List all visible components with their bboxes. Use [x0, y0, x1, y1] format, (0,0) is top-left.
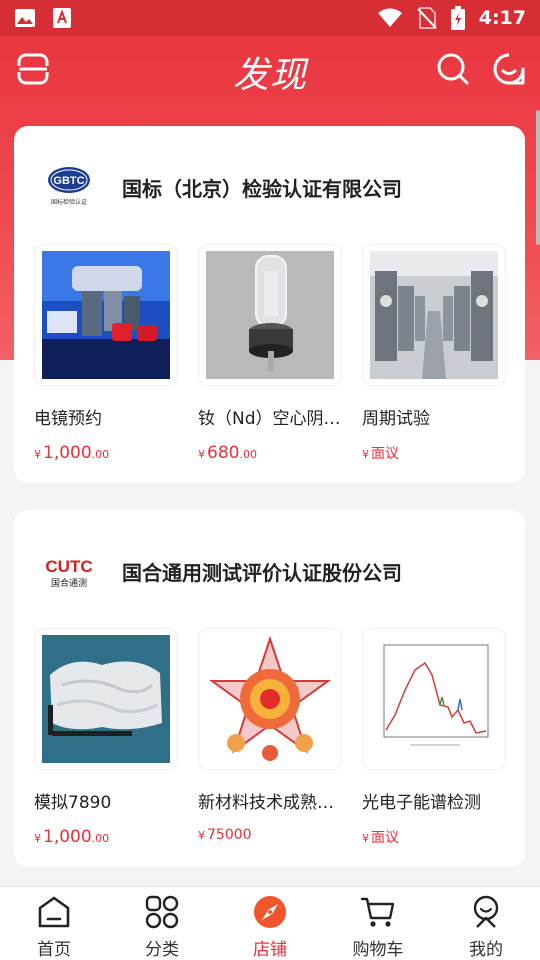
product-image-sample[interactable]: [34, 628, 178, 770]
gallery-icon: [15, 9, 35, 27]
product-image-lamp[interactable]: [198, 244, 342, 386]
tab-home[interactable]: 首页: [0, 887, 108, 960]
svg-text:国合通测: 国合通测: [51, 577, 87, 589]
app-header: 发现: [0, 36, 540, 104]
product-name: 新材料技术成熟度评价: [198, 793, 348, 813]
svg-text:GBTC: GBTC: [53, 175, 84, 187]
tab-shop[interactable]: 店铺: [216, 887, 324, 960]
tab-label: 我的: [469, 940, 503, 960]
product-name: 周期试验: [362, 409, 430, 429]
app-notification-icon: [53, 8, 71, 28]
tab-label: 分类: [145, 940, 179, 960]
tab-category[interactable]: 分类: [108, 887, 216, 960]
cart-icon: [360, 897, 395, 927]
product-price: ¥1,000.00: [34, 443, 110, 463]
product-image-star-emblem[interactable]: [198, 628, 342, 770]
search-icon[interactable]: [436, 52, 470, 86]
product-item[interactable]: 光电子能谱检测 ¥ 面议: [362, 628, 510, 847]
tab-cart[interactable]: 购物车: [324, 887, 432, 960]
product-price: ¥680.00: [198, 443, 257, 463]
product-name: 光电子能谱检测: [362, 793, 481, 813]
tab-profile[interactable]: 我的: [432, 887, 540, 960]
shop-card[interactable]: CUTC 国合通测 国合通用测试评价认证股份公司 模拟7890 ¥1,000.0…: [14, 510, 525, 867]
tab-label: 购物车: [352, 940, 404, 960]
status-bar: 4:17: [0, 0, 540, 36]
shop-logo: GBTC 国标检验认证: [44, 164, 94, 208]
shop-card[interactable]: GBTC 国标检验认证 国标（北京）检验认证有限公司 电镜预约 ¥1,000.0…: [14, 126, 525, 483]
profile-icon: [473, 895, 499, 928]
product-price: ¥75000: [198, 827, 252, 843]
no-sim-icon: [417, 7, 437, 29]
product-image-microscope[interactable]: [34, 244, 178, 386]
compass-icon: [254, 896, 286, 928]
message-icon[interactable]: [492, 52, 526, 86]
product-image-lab[interactable]: [362, 244, 506, 386]
product-item[interactable]: 模拟7890 ¥1,000.00: [34, 628, 182, 847]
scroll-indicator: [536, 110, 540, 245]
svg-text:CUTC: CUTC: [45, 557, 92, 576]
wifi-icon: [377, 8, 402, 27]
product-image-spectrum[interactable]: [362, 628, 506, 770]
shop-name[interactable]: 国合通用测试评价认证股份公司: [122, 557, 402, 586]
product-item[interactable]: 电镜预约 ¥1,000.00: [34, 244, 182, 463]
shop-logo: CUTC 国合通测: [44, 548, 94, 592]
battery-icon: [450, 6, 465, 30]
product-item[interactable]: 钕（Nd）空心阴极灯 ¥680.00: [198, 244, 348, 463]
tab-label: 首页: [37, 940, 71, 960]
status-time: 4:17: [478, 7, 526, 29]
product-price: ¥1,000.00: [34, 827, 110, 847]
svg-text:国标检验认证: 国标检验认证: [51, 198, 87, 206]
product-item[interactable]: 新材料技术成熟度评价 ¥75000: [198, 628, 348, 843]
bottom-tab-bar: 首页 分类 店铺 购物车 我的: [0, 886, 540, 960]
product-price: ¥ 面议: [362, 446, 399, 462]
product-name: 电镜预约: [34, 409, 102, 429]
product-name: 钕（Nd）空心阴极灯: [198, 409, 348, 429]
shop-name[interactable]: 国标（北京）检验认证有限公司: [122, 173, 402, 202]
product-item[interactable]: 周期试验 ¥ 面议: [362, 244, 510, 463]
home-icon: [38, 896, 70, 928]
product-name: 模拟7890: [34, 793, 112, 813]
category-icon: [145, 895, 179, 929]
product-price: ¥ 面议: [362, 830, 399, 846]
tab-label: 店铺: [253, 940, 287, 960]
